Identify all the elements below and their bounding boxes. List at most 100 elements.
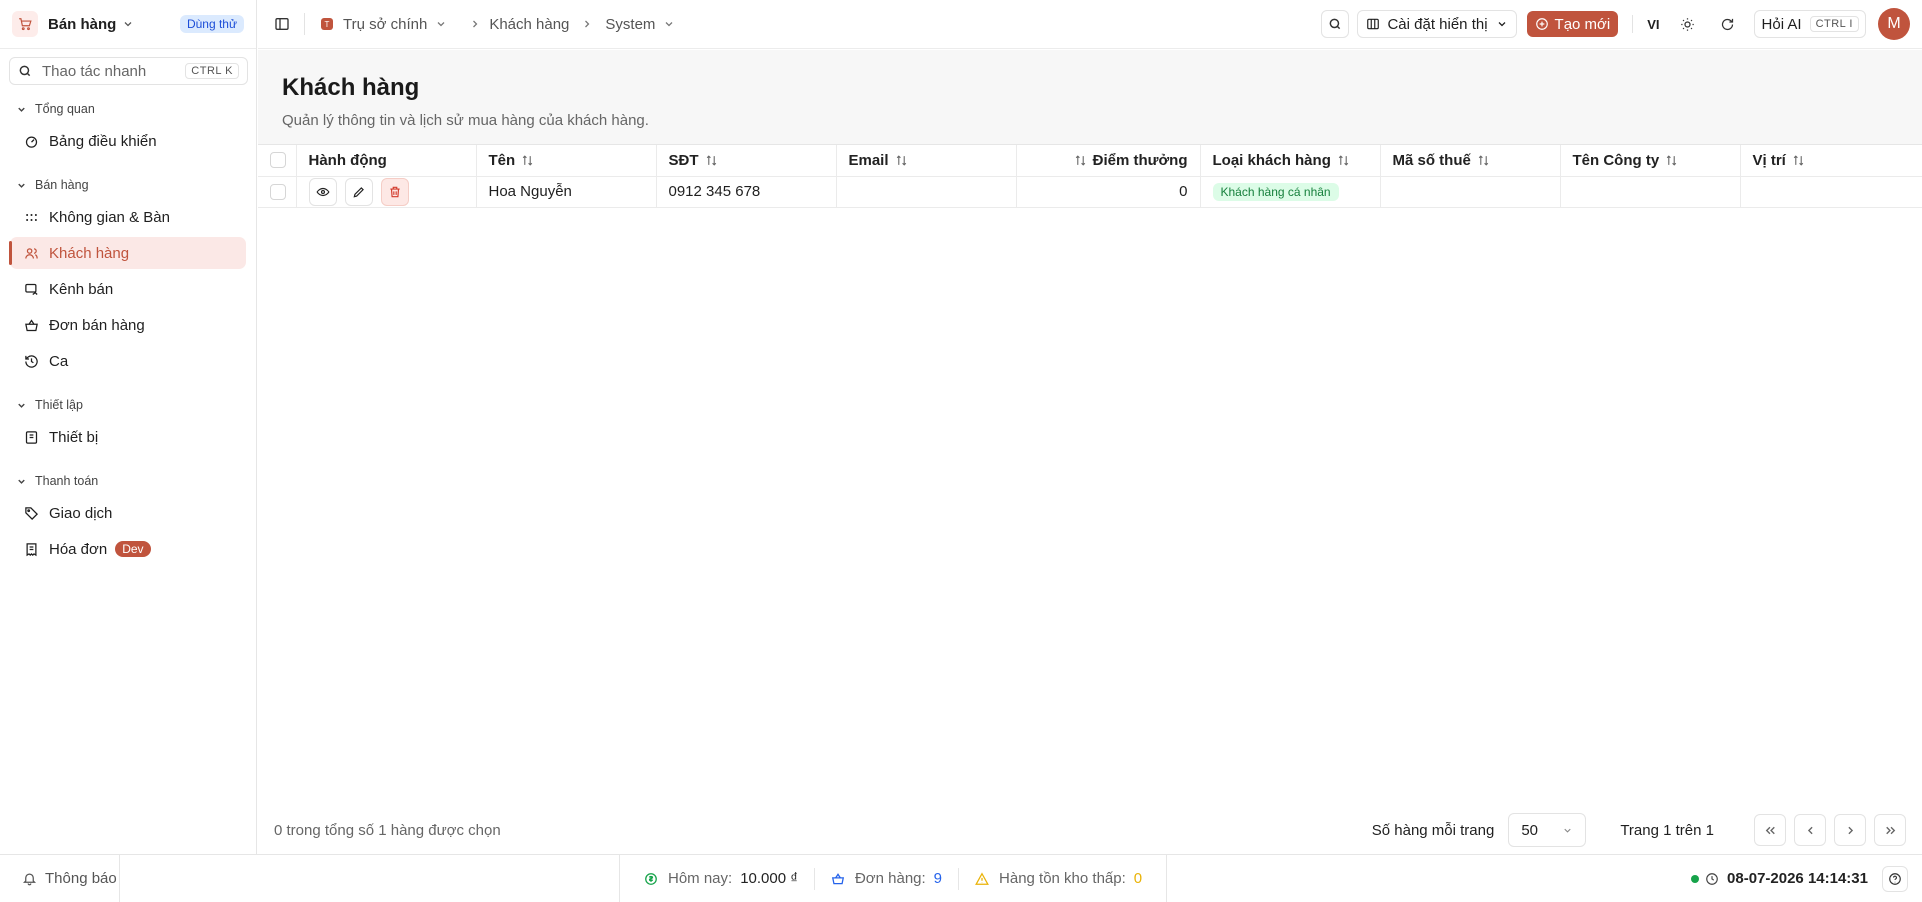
divider [958, 867, 960, 890]
group-ban-hang[interactable]: Bán hàng [0, 175, 256, 195]
sidebar-item-devices[interactable]: Thiết bị [10, 421, 246, 453]
view-button[interactable] [308, 177, 337, 206]
sidebar-item-customers[interactable]: Khách hàng [9, 237, 246, 269]
sidebar-item-invoices[interactable]: Hóa đơn Dev [10, 533, 246, 565]
divider [813, 867, 815, 890]
group-title: Thiết lập [35, 398, 83, 412]
row-select-cell[interactable] [258, 176, 297, 208]
column-header-tax-code[interactable]: Mã số thuế [1380, 145, 1561, 177]
cell-phone: 0912 345 678 [656, 176, 837, 208]
notifications-button[interactable]: Thông báo [0, 855, 120, 902]
sort-icon[interactable] [1665, 154, 1678, 167]
column-header-email[interactable]: Email [836, 145, 1017, 177]
stats-summary: Hôm nay: 10.000 ₫ Đơn hàng: 9 Hàng tồn k… [619, 855, 1168, 902]
help-button[interactable] [1882, 865, 1908, 892]
page-info: Trang 1 trên 1 [1620, 821, 1714, 839]
warning-icon [975, 871, 989, 886]
app-name: Bán hàng [48, 15, 117, 33]
chevron-down-icon [122, 18, 134, 30]
chevron-down-icon [16, 104, 27, 115]
refresh-icon[interactable] [1714, 10, 1742, 38]
column-header-name[interactable]: Tên [476, 145, 657, 177]
group-tong-quan[interactable]: Tổng quan [0, 99, 256, 119]
select-all-cell[interactable] [258, 145, 297, 177]
column-header-actions: Hành động [296, 145, 477, 177]
customers-table: Hành động Tên SĐT Email Điểm thưởng Loại… [258, 145, 1922, 208]
column-header-points[interactable]: Điểm thưởng [1016, 145, 1201, 177]
sort-icon[interactable] [705, 154, 718, 167]
channel-icon [24, 282, 39, 297]
stat-low-stock: Hàng tồn kho thấp: 0 [975, 870, 1142, 887]
sidebar-item-label: Không gian & Bàn [49, 208, 170, 226]
column-header-position[interactable]: Vị trí [1740, 145, 1922, 177]
last-page-button[interactable] [1874, 814, 1906, 846]
sort-icon[interactable] [521, 154, 534, 167]
sidebar-item-shifts[interactable]: Ca [10, 345, 246, 377]
breadcrumb-system[interactable]: System [605, 16, 675, 33]
column-header-phone[interactable]: SĐT [656, 145, 837, 177]
cell-customer-type: Khách hàng cá nhân [1200, 176, 1381, 208]
column-header-company[interactable]: Tên Công ty [1560, 145, 1741, 177]
history-icon [24, 354, 39, 369]
main-content: Khách hàng Quản lý thông tin và lịch sử … [258, 50, 1922, 854]
group-title: Tổng quan [35, 102, 95, 116]
edit-button[interactable] [344, 177, 373, 206]
create-new-button[interactable]: Tạo mới [1526, 11, 1619, 37]
next-page-button[interactable] [1834, 814, 1866, 846]
topbar: T Trụ sở chính Khách hàng System Cài đặt… [258, 0, 1922, 49]
sort-icon[interactable] [1074, 154, 1087, 167]
delete-button[interactable] [380, 177, 409, 206]
avatar[interactable]: M [1878, 8, 1910, 40]
breadcrumb-branch[interactable]: T Trụ sở chính [321, 16, 447, 33]
group-thiet-lap[interactable]: Thiết lập [0, 395, 256, 415]
create-new-label: Tạo mới [1554, 15, 1611, 33]
page-title: Khách hàng [282, 74, 420, 101]
sidebar-item-label: Giao dịch [49, 504, 113, 522]
chevron-left-icon [1804, 824, 1817, 837]
rows-per-page-value: 50 [1521, 821, 1539, 839]
stat-today: Hôm nay: 10.000 ₫ [644, 870, 798, 887]
app-switcher[interactable]: Bán hàng Dùng thử [0, 0, 256, 49]
rows-per-page-select[interactable]: 50 [1508, 813, 1587, 847]
prev-page-button[interactable] [1794, 814, 1826, 846]
sort-icon[interactable] [1792, 154, 1805, 167]
sort-icon[interactable] [1337, 154, 1350, 167]
row-checkbox[interactable] [270, 183, 286, 200]
first-page-button[interactable] [1754, 814, 1786, 846]
search-button[interactable] [1321, 10, 1350, 38]
display-settings-button[interactable]: Cài đặt hiển thị [1357, 10, 1517, 38]
theme-toggle-sun-icon[interactable] [1674, 10, 1702, 38]
column-header-customer-type[interactable]: Loại khách hàng [1200, 145, 1381, 177]
column-label: Tên [488, 151, 516, 169]
quick-action-search[interactable]: Thao tác nhanh CTRL K [9, 57, 248, 85]
column-label: Mã số thuế [1392, 151, 1471, 169]
group-thanh-toan[interactable]: Thanh toán [0, 471, 256, 491]
sidebar-item-spaces-tables[interactable]: Không gian & Bàn [10, 201, 246, 233]
column-label: Email [848, 151, 889, 169]
status-bar: Thông báo Hôm nay: 10.000 ₫ Đơn hàng: 9 … [0, 854, 1922, 902]
sidebar-item-sales-orders[interactable]: Đơn bán hàng [10, 309, 246, 341]
grid-dots-icon [24, 210, 39, 225]
help-icon [1888, 872, 1902, 886]
column-label: Hành động [308, 151, 387, 169]
chevron-down-icon [16, 180, 27, 191]
breadcrumb-label: Trụ sở chính [343, 15, 428, 33]
online-status-dot [1691, 874, 1700, 883]
sort-icon[interactable] [895, 154, 908, 167]
select-all-checkbox[interactable] [270, 152, 286, 169]
sidebar-toggle-icon[interactable] [274, 16, 290, 32]
sidebar-item-sales-channels[interactable]: Kênh bán [10, 273, 246, 305]
table-row: Hoa Nguyễn 0912 345 678 0 Khách hàng cá … [258, 176, 1922, 208]
selection-count: 0 trong tổng số 1 hàng được chọn [274, 821, 501, 839]
sort-icon[interactable] [1477, 154, 1490, 167]
row-actions-cell [296, 176, 477, 208]
dev-badge: Dev [115, 541, 151, 557]
language-switcher[interactable]: VI [1647, 17, 1659, 32]
sidebar-item-transactions[interactable]: Giao dịch [10, 497, 246, 529]
customer-type-badge: Khách hàng cá nhân [1212, 182, 1339, 201]
display-settings-label: Cài đặt hiển thị [1387, 15, 1488, 33]
breadcrumb-customers[interactable]: Khách hàng [489, 16, 569, 33]
sidebar-item-dashboard[interactable]: Bảng điều khiển [10, 125, 246, 157]
ask-ai-button[interactable]: Hỏi AI CTRL I [1753, 10, 1866, 38]
chevron-right-icon [581, 18, 593, 30]
